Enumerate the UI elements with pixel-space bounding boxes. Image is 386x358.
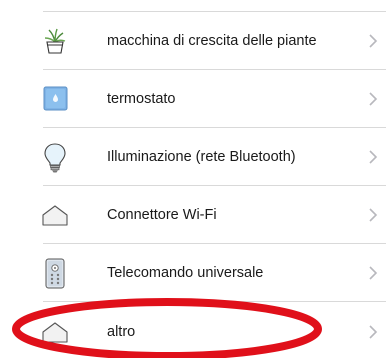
list-item-label: Illuminazione (rete Bluetooth) <box>107 149 296 165</box>
list-item-label: Telecomando universale <box>107 265 264 281</box>
list-item-label: Connettore Wi-Fi <box>107 207 217 223</box>
device-type-list: macchina di crescita delle piante termos… <box>0 12 386 358</box>
house-icon <box>40 200 70 230</box>
list-item-wifi-connector[interactable]: Connettore Wi-Fi <box>0 186 386 244</box>
thermostat-icon <box>40 84 70 114</box>
previous-row-edge <box>0 0 386 12</box>
plant-pot-icon <box>40 26 70 56</box>
list-item-universal-remote[interactable]: Telecomando universale <box>0 244 386 302</box>
list-item-other[interactable]: altro <box>0 302 386 358</box>
chevron-right-icon <box>368 91 378 107</box>
list-item-lighting[interactable]: Illuminazione (rete Bluetooth) <box>0 128 386 186</box>
chevron-right-icon <box>368 33 378 49</box>
chevron-right-icon <box>368 324 378 340</box>
list-item-thermostat[interactable]: termostato <box>0 70 386 128</box>
house-icon <box>40 317 70 347</box>
light-bulb-icon <box>40 142 70 173</box>
list-item-label: macchina di crescita delle piante <box>107 33 317 49</box>
remote-control-icon <box>40 258 70 289</box>
device-type-screen: macchina di crescita delle piante termos… <box>0 0 386 358</box>
chevron-right-icon <box>368 265 378 281</box>
list-item-plant-machine[interactable]: macchina di crescita delle piante <box>0 12 386 70</box>
chevron-right-icon <box>368 207 378 223</box>
chevron-right-icon <box>368 149 378 165</box>
list-item-label: termostato <box>107 91 176 107</box>
list-item-label: altro <box>107 324 136 340</box>
